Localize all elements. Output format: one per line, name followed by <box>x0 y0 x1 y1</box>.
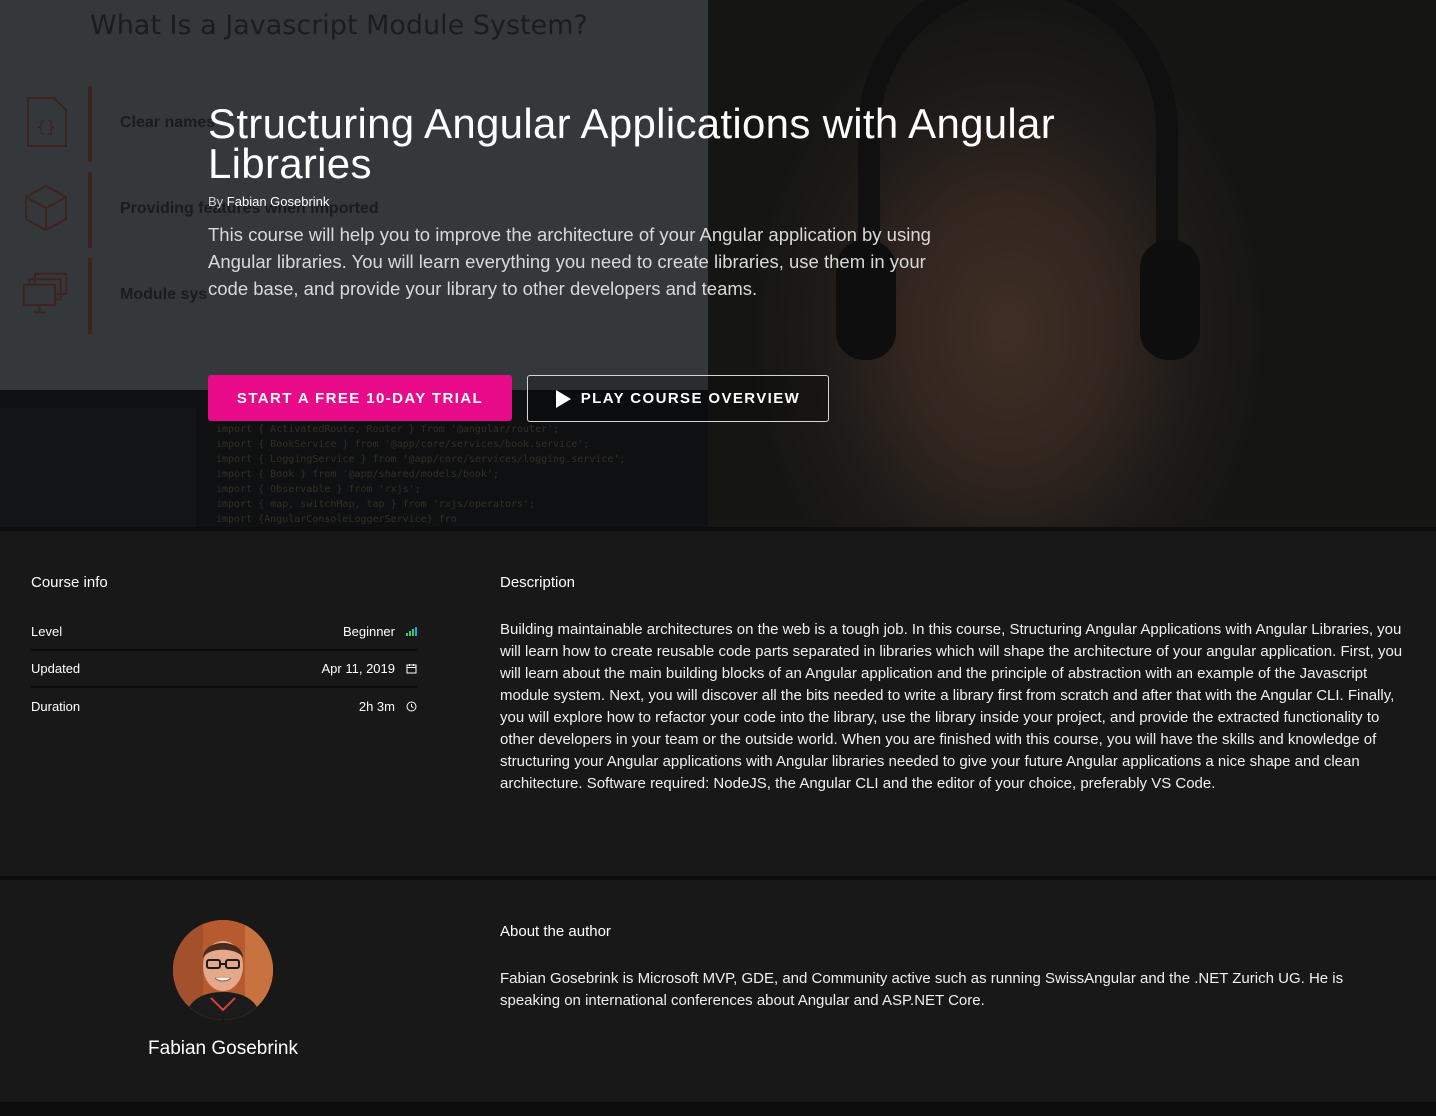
hero-actions: START A FREE 10-DAY TRIAL PLAY COURSE OV… <box>208 375 829 422</box>
description-heading: Description <box>500 574 576 591</box>
author-portrait-image <box>173 920 273 1020</box>
course-details-section: Course info Level Beginner Updated Apr 1… <box>0 531 1436 876</box>
course-info-heading: Course info <box>31 574 108 591</box>
level-bars-icon <box>406 627 417 636</box>
play-course-overview-label: PLAY COURSE OVERVIEW <box>580 390 801 407</box>
about-author-panel: About the author Fabian Gosebrink is Mic… <box>500 923 1405 1012</box>
info-value-group: Apr 11, 2019 <box>322 661 417 676</box>
author-section: Fabian Gosebrink About the author Fabian… <box>0 880 1436 1102</box>
clock-icon <box>406 701 417 712</box>
author-bio: Fabian Gosebrink is Microsoft MVP, GDE, … <box>500 970 1344 1009</box>
info-value-group: Beginner <box>343 624 417 639</box>
play-course-overview-button[interactable]: PLAY COURSE OVERVIEW <box>527 375 829 422</box>
info-label: Duration <box>31 699 81 714</box>
info-row-updated: Updated Apr 11, 2019 <box>31 651 417 688</box>
start-free-trial-button[interactable]: START A FREE 10-DAY TRIAL <box>208 375 512 421</box>
info-row-duration: Duration 2h 3m <box>31 688 417 725</box>
course-title: Structuring Angular Applications with An… <box>208 100 1055 187</box>
info-row-level: Level Beginner <box>31 614 417 651</box>
author-link[interactable]: Fabian Gosebrink <box>227 194 330 209</box>
by-label: By <box>208 194 224 209</box>
course-hero: What Is a Javascript Module System? {} C… <box>0 0 1436 527</box>
course-info-list: Level Beginner Updated Apr 11, 2019 Dura… <box>31 614 417 725</box>
hero-content: Structuring Angular Applications with An… <box>208 100 1218 302</box>
page-bottom-strip <box>0 1102 1436 1116</box>
description-text: Building maintainable architectures on t… <box>500 621 1403 792</box>
info-label: Updated <box>31 661 81 676</box>
info-value-group: 2h 3m <box>359 699 417 714</box>
about-author-heading: About the author <box>500 923 611 940</box>
play-icon <box>555 389 571 408</box>
description-panel: Description Building maintainable archit… <box>500 574 1405 795</box>
info-value: Beginner <box>342 624 395 639</box>
calendar-icon <box>406 664 417 674</box>
info-value: Apr 11, 2019 <box>321 661 395 676</box>
byline: By Fabian Gosebrink <box>208 194 1218 209</box>
author-name: Fabian Gosebrink <box>148 1038 298 1059</box>
info-value: 2h 3m <box>358 699 395 714</box>
info-label: Level <box>31 624 63 639</box>
course-summary: This course will help you to improve the… <box>208 224 931 299</box>
author-avatar[interactable] <box>173 920 273 1020</box>
course-info-panel: Course info Level Beginner Updated Apr 1… <box>31 574 417 725</box>
